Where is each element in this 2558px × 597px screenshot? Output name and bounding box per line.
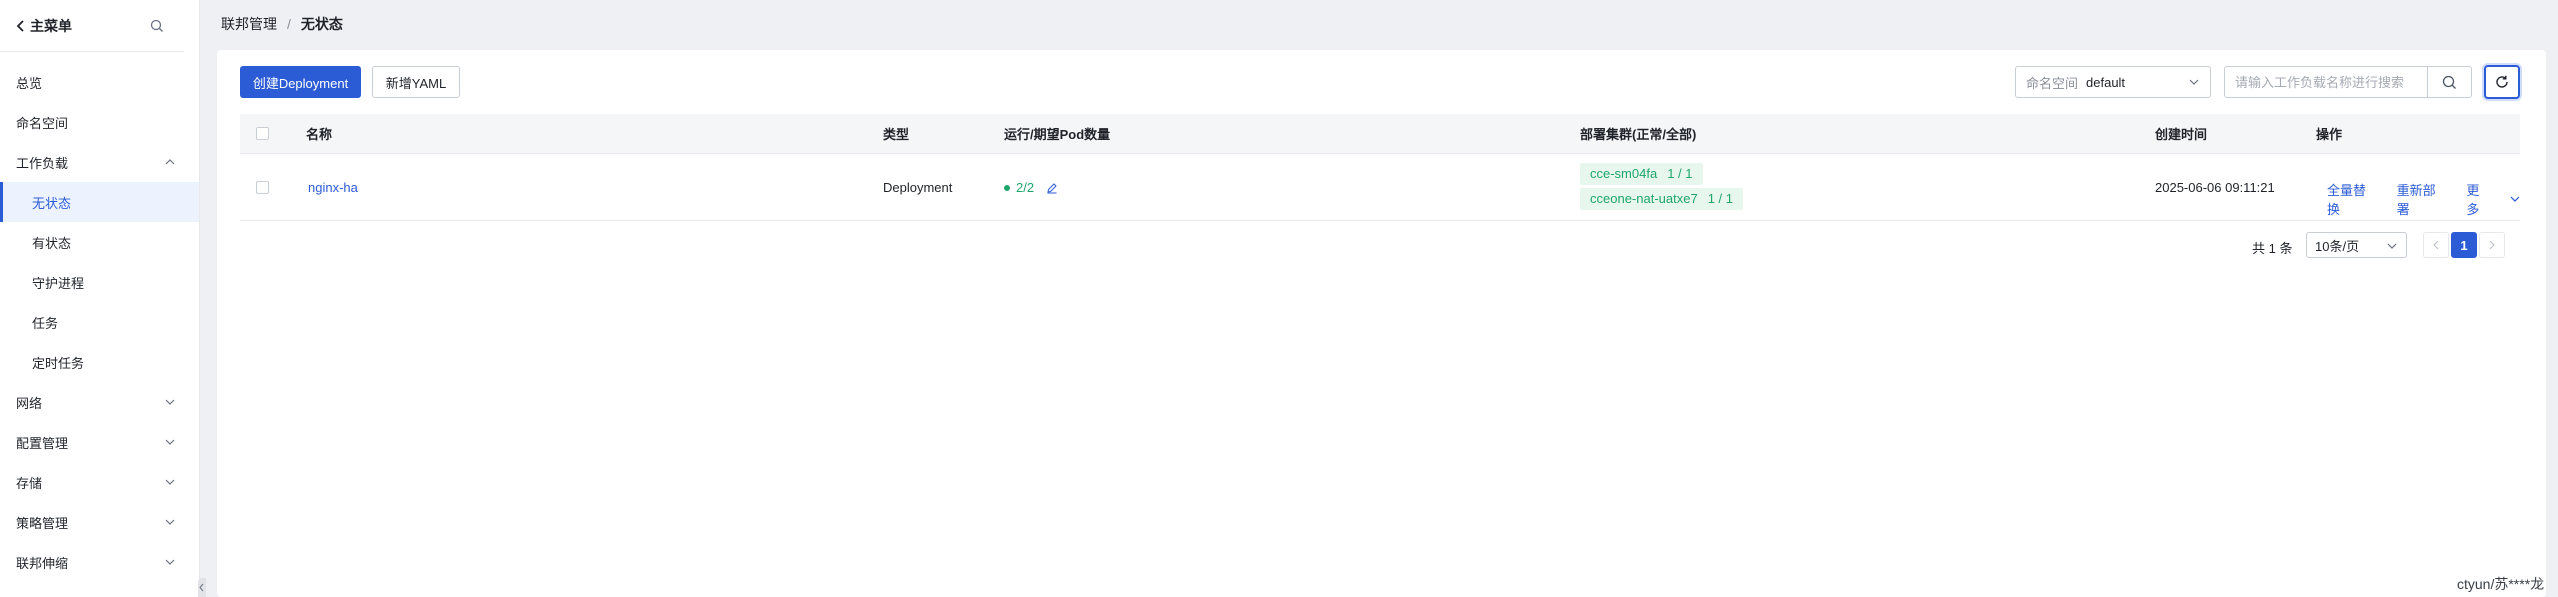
chevron-left-icon — [16, 19, 24, 32]
cluster-tag: cceone-nat-uatxe7 1 / 1 — [1580, 188, 1743, 210]
replace-action-link[interactable]: 全量替换 — [2327, 180, 2379, 218]
select-all-checkbox[interactable] — [256, 127, 269, 140]
sidebar-item-label: 总览 — [16, 75, 43, 91]
sidebar-item-overview[interactable]: 总览 — [0, 62, 199, 102]
row-actions: 全量替换 重新部署 更多 — [2327, 180, 2520, 218]
row-checkbox[interactable] — [256, 181, 269, 194]
namespace-value: default — [2086, 74, 2126, 90]
sidebar-item-policy[interactable]: 策略管理 — [0, 502, 199, 542]
previous-page-button[interactable] — [2423, 232, 2449, 258]
breadcrumb-current: 无状态 — [300, 16, 343, 32]
cluster-name: cce-sm04fa — [1590, 166, 1658, 181]
sidebar: 主菜单 总览 命名空间 工作负载 无状态 有状态 守护进程 任务 定时任务 网络… — [0, 0, 200, 597]
namespace-select[interactable]: 命名空间 default — [2015, 66, 2211, 98]
sidebar-item-label: 无状态 — [32, 195, 72, 211]
back-to-main-menu[interactable]: 主菜单 — [16, 16, 72, 36]
sidebar-item-network[interactable]: 网络 — [0, 382, 199, 422]
sidebar-item-namespace[interactable]: 命名空间 — [0, 102, 199, 142]
breadcrumb-separator: / — [287, 16, 291, 32]
sidebar-item-config[interactable]: 配置管理 — [0, 422, 199, 462]
pod-count: 2/2 — [1004, 180, 1058, 195]
sidebar-item-federated-scaling[interactable]: 联邦伸缩 — [0, 542, 199, 582]
sidebar-item-stateless[interactable]: 无状态 — [0, 182, 199, 222]
sidebar-item-label: 策略管理 — [16, 515, 69, 531]
chevron-down-icon — [2387, 243, 2397, 249]
status-dot — [1004, 184, 1010, 191]
more-actions-dropdown[interactable]: 更多 — [2466, 180, 2520, 218]
table-row: nginx-ha Deployment 2/2 cce-sm04fa 1 / 1 … — [240, 154, 2520, 221]
chevron-down-icon — [165, 559, 175, 565]
search-icon — [2442, 75, 2456, 89]
chevron-down-icon — [165, 399, 175, 405]
table-header: 名称 类型 运行/期望Pod数量 部署集群(正常/全部) 创建时间 操作 — [240, 114, 2520, 154]
column-header-clusters: 部署集群(正常/全部) — [1580, 127, 1697, 142]
cluster-count: 1 / 1 — [1667, 166, 1693, 181]
column-header-name: 名称 — [306, 127, 333, 142]
chevron-down-icon — [2189, 79, 2199, 85]
sidebar-menu: 总览 命名空间 工作负载 无状态 有状态 守护进程 任务 定时任务 网络 配置管… — [0, 52, 199, 582]
pod-count-value: 2/2 — [1016, 180, 1035, 195]
pagination-total: 共 1 条 — [2252, 241, 2293, 256]
chevron-down-icon — [165, 519, 175, 525]
chevron-left-icon — [199, 583, 204, 592]
cluster-name: cceone-nat-uatxe7 — [1590, 191, 1698, 206]
refresh-icon — [2496, 75, 2508, 88]
sidebar-item-label: 任务 — [32, 315, 59, 331]
main-card: 创建Deployment 新增YAML 命名空间 default 名称 类型 运… — [217, 50, 2546, 597]
cluster-tag: cce-sm04fa 1 / 1 — [1580, 163, 1703, 185]
chevron-left-icon — [2433, 240, 2439, 250]
sidebar-item-workload[interactable]: 工作负载 — [0, 142, 199, 182]
redeploy-action-link[interactable]: 重新部署 — [2397, 180, 2449, 218]
current-page-button[interactable]: 1 — [2451, 232, 2477, 258]
workload-search-input[interactable] — [2224, 66, 2428, 98]
search-button[interactable] — [2427, 66, 2472, 98]
workload-name-link[interactable]: nginx-ha — [308, 180, 358, 195]
sidebar-item-label: 定时任务 — [32, 355, 85, 371]
sidebar-item-label: 网络 — [16, 395, 43, 411]
sidebar-item-storage[interactable]: 存储 — [0, 462, 199, 502]
refresh-button[interactable] — [2484, 65, 2520, 99]
sidebar-item-label: 命名空间 — [16, 115, 69, 131]
sidebar-item-label: 配置管理 — [16, 435, 69, 451]
sidebar-item-job[interactable]: 任务 — [0, 302, 199, 342]
chevron-down-icon — [165, 479, 175, 485]
cluster-count: 1 / 1 — [1707, 191, 1733, 206]
breadcrumb-parent[interactable]: 联邦管理 — [221, 14, 277, 34]
page-size-select[interactable]: 10条/页 — [2306, 232, 2407, 258]
chevron-up-icon — [165, 159, 175, 165]
chevron-right-icon — [2489, 240, 2495, 250]
column-header-created: 创建时间 — [2155, 127, 2208, 142]
sidebar-collapse-handle[interactable] — [198, 578, 206, 597]
column-header-pods: 运行/期望Pod数量 — [1004, 127, 1111, 142]
back-label: 主菜单 — [30, 17, 72, 34]
sidebar-item-cronjob[interactable]: 定时任务 — [0, 342, 199, 382]
page-size-value: 10条/页 — [2315, 238, 2360, 254]
sidebar-header: 主菜单 — [0, 0, 184, 52]
chevron-down-icon — [2510, 196, 2520, 202]
more-label: 更多 — [2466, 183, 2480, 217]
sidebar-item-daemonset[interactable]: 守护进程 — [0, 262, 199, 302]
sidebar-item-label: 守护进程 — [32, 275, 85, 291]
sidebar-item-stateful[interactable]: 有状态 — [0, 222, 199, 262]
column-header-actions: 操作 — [2316, 127, 2343, 142]
create-deployment-button[interactable]: 创建Deployment — [240, 66, 361, 98]
sidebar-item-label: 存储 — [16, 475, 43, 491]
sidebar-item-label: 联邦伸缩 — [16, 555, 69, 571]
add-yaml-button[interactable]: 新增YAML — [372, 66, 460, 98]
next-page-button[interactable] — [2479, 232, 2505, 258]
user-watermark: ctyun/苏****龙 — [2457, 576, 2545, 592]
namespace-label: 命名空间 — [2026, 75, 2079, 91]
search-icon[interactable] — [150, 19, 164, 33]
column-header-type: 类型 — [883, 127, 910, 142]
breadcrumb: 联邦管理 / 无状态 — [221, 14, 343, 34]
cluster-tags: cce-sm04fa 1 / 1 cceone-nat-uatxe7 1 / 1 — [1580, 163, 1743, 210]
created-time: 2025-06-06 09:11:21 — [2155, 180, 2275, 195]
workload-type: Deployment — [883, 180, 953, 195]
edit-icon[interactable] — [1046, 182, 1058, 194]
sidebar-item-label: 工作负载 — [16, 155, 69, 171]
chevron-down-icon — [165, 439, 175, 445]
sidebar-item-label: 有状态 — [32, 235, 72, 251]
